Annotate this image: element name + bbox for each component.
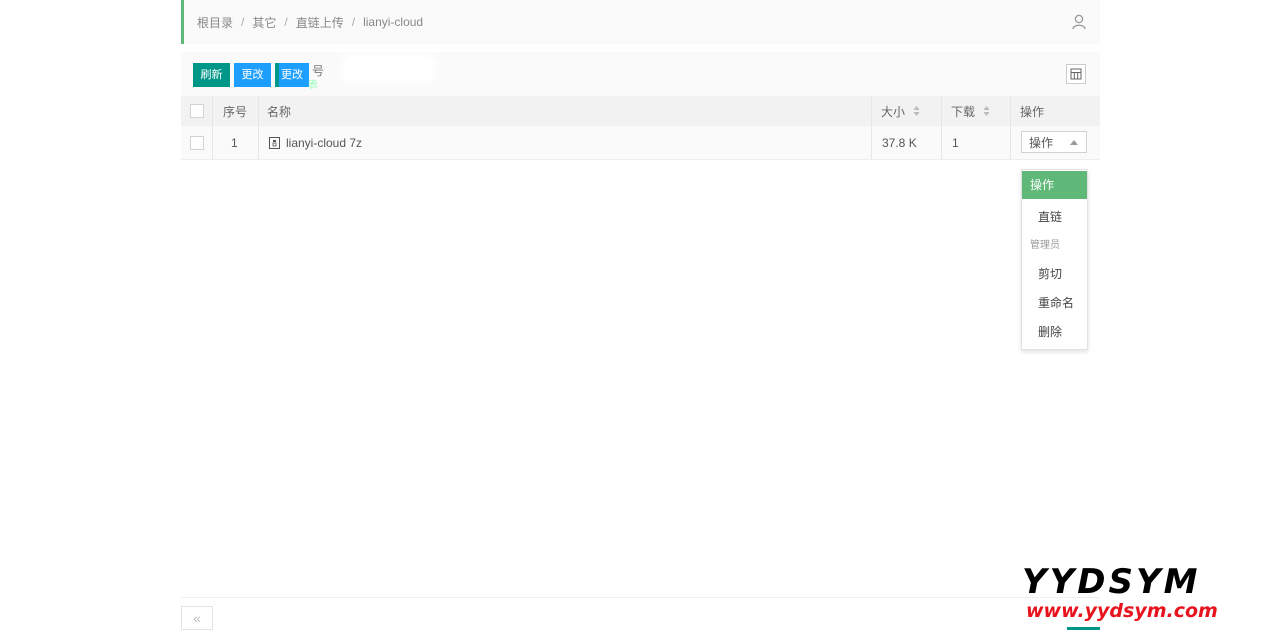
grid-icon bbox=[1070, 68, 1082, 80]
row-checkbox[interactable] bbox=[190, 135, 204, 150]
dropdown-item-direct-link[interactable]: 直链 bbox=[1022, 208, 1103, 225]
breadcrumb-root[interactable]: 根目录 bbox=[197, 14, 233, 31]
breadcrumb-separator: / bbox=[241, 15, 245, 29]
file-size: 37.8 K bbox=[882, 135, 917, 150]
column-divider bbox=[258, 96, 259, 126]
sort-icon[interactable] bbox=[983, 105, 990, 117]
column-divider bbox=[212, 126, 213, 159]
column-divider bbox=[1010, 126, 1011, 159]
user-icon[interactable] bbox=[1072, 14, 1086, 30]
dropdown-item-rename[interactable]: 重命名 bbox=[1022, 294, 1103, 311]
column-divider bbox=[941, 126, 942, 159]
breadcrumb-separator: / bbox=[284, 15, 288, 29]
breadcrumb: 根目录 / 其它 / 直链上传 / lianyi-cloud bbox=[181, 0, 1100, 44]
column-divider bbox=[258, 126, 259, 159]
breadcrumb-direct-upload[interactable]: 直链上传 bbox=[296, 14, 344, 31]
dropdown-item-cut[interactable]: 剪切 bbox=[1022, 265, 1103, 282]
dropdown-group-admin: 管理员 bbox=[1030, 240, 1060, 251]
accent-underline bbox=[1067, 627, 1100, 630]
dropdown-item-actions[interactable]: 操作 bbox=[1022, 171, 1087, 199]
header-actions-label: 操作 bbox=[1020, 104, 1045, 119]
archive-file-icon bbox=[269, 136, 280, 149]
breadcrumb-separator: / bbox=[351, 15, 356, 29]
sort-icon[interactable] bbox=[913, 105, 920, 117]
change-button-secondary-label: 更改 bbox=[281, 69, 303, 81]
watermark: YYDSYM www.yydsym.com bbox=[1022, 562, 1272, 622]
header-name: 名称 bbox=[267, 96, 291, 126]
header-actions: 操作 bbox=[1020, 96, 1044, 126]
header-size[interactable]: 大小 bbox=[881, 96, 920, 126]
header-index-label: 序号 bbox=[223, 104, 248, 119]
action-select-label: 操作 bbox=[1029, 135, 1054, 150]
row-select-cell bbox=[190, 126, 204, 159]
column-divider bbox=[871, 126, 872, 159]
refresh-button[interactable]: 刷新 bbox=[193, 63, 230, 87]
column-divider bbox=[941, 96, 942, 126]
prev-page-button[interactable]: « bbox=[181, 606, 213, 630]
breadcrumb-other[interactable]: 其它 bbox=[252, 14, 276, 31]
header-downloads[interactable]: 下载 bbox=[951, 96, 990, 126]
pagination: « bbox=[181, 597, 1100, 632]
action-select[interactable]: 操作 bbox=[1021, 131, 1087, 153]
select-all-checkbox[interactable] bbox=[190, 104, 204, 118]
file-manager-page: 根目录 / 其它 / 直链上传 / lianyi-cloud 刷新 更改 更改 … bbox=[181, 0, 1100, 631]
watermark-url: www.yydsym.com bbox=[1026, 600, 1218, 622]
select-all-cell bbox=[190, 96, 204, 126]
row-name-cell[interactable]: lianyi-cloud 7z bbox=[269, 126, 362, 159]
header-index: 序号 bbox=[223, 96, 247, 126]
toolbar: 刷新 更改 更改 号 表 bbox=[181, 52, 1100, 96]
column-toggle-button[interactable] bbox=[1066, 64, 1086, 84]
action-dropdown-menu: 操作 直链 管理员 剪切 重命名 删除 bbox=[1021, 169, 1088, 350]
row-index: 1 bbox=[231, 135, 238, 150]
change-button-secondary[interactable]: 更改 bbox=[275, 63, 309, 87]
header-name-label: 名称 bbox=[267, 104, 292, 119]
header-downloads-label: 下载 bbox=[951, 104, 976, 119]
watermark-brand: YYDSYM bbox=[1022, 562, 1201, 602]
chevron-up-icon bbox=[1070, 140, 1078, 145]
download-count: 1 bbox=[952, 135, 959, 150]
breadcrumb-current: lianyi-cloud bbox=[363, 15, 424, 29]
row-index-cell: 1 bbox=[231, 126, 238, 159]
row-downloads-cell: 1 bbox=[952, 126, 959, 159]
column-divider bbox=[871, 96, 872, 126]
header-size-label: 大小 bbox=[881, 104, 906, 119]
column-divider bbox=[212, 96, 213, 126]
button-accent-bar bbox=[275, 63, 279, 87]
ghost-text-small: 表 bbox=[308, 80, 318, 91]
table-header: 序号 名称 大小 下载 操作 bbox=[181, 96, 1100, 126]
change-button[interactable]: 更改 bbox=[234, 63, 271, 87]
dropdown-item-delete[interactable]: 删除 bbox=[1022, 323, 1103, 340]
table-row[interactable]: 1 lianyi-cloud 7z 37.8 K 1 操作 bbox=[181, 126, 1100, 160]
column-divider bbox=[1010, 96, 1011, 126]
blur-overlay bbox=[341, 54, 436, 84]
file-name-link[interactable]: lianyi-cloud 7z bbox=[286, 136, 362, 150]
row-size-cell: 37.8 K bbox=[882, 126, 917, 159]
